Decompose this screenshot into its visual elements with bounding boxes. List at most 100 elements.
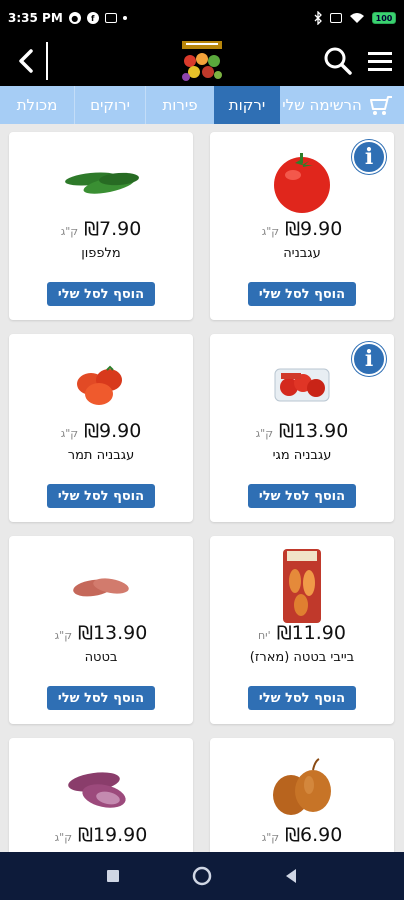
battery-level: 100: [375, 13, 393, 23]
product-card[interactable]: ק"ג ₪7.90 מלפפון הוסף לסל שלי: [9, 132, 193, 320]
store-logo[interactable]: [180, 39, 224, 83]
tab-greens-label: ירוקים: [90, 96, 130, 114]
purple-sweet-potato-image: [68, 772, 126, 808]
facebook-icon: f: [86, 12, 99, 24]
product-name: עגבניה: [283, 246, 321, 261]
add-to-cart-button[interactable]: הוסף לסל שלי: [248, 282, 356, 306]
tab-grocery-label: מכולת: [16, 96, 58, 114]
product-grid: i ק"ג ₪9.90 עגבניה הוסף לסל שלי ק"ג ₪7.9…: [0, 124, 404, 852]
product-name: עגבניה תמר: [67, 448, 135, 463]
product-image: [51, 746, 151, 830]
product-card[interactable]: ק"ג ₪19.90: [9, 738, 193, 852]
product-card[interactable]: i ק"ג ₪9.90 עגבניה הוסף לסל שלי: [210, 132, 394, 320]
app-header: [0, 36, 404, 86]
price-unit: ק"ג: [54, 831, 73, 844]
store-logo-icon: [182, 41, 222, 81]
info-button[interactable]: i: [352, 342, 386, 376]
category-tabs: הרשימה שלי ירקות פירות ירוקים מכולת: [0, 86, 404, 124]
more-notifications-icon: [122, 16, 127, 20]
price-row: ק"ג ₪9.90: [210, 218, 394, 244]
search-icon: [324, 47, 352, 75]
add-to-cart-button[interactable]: הוסף לסל שלי: [47, 484, 155, 508]
price-row: ק"ג ₪6.90: [210, 824, 394, 850]
plum-tomato-image: [77, 365, 122, 405]
tab-vegetables-label: ירקות: [228, 96, 266, 114]
price-row: ק"ג ₪7.90: [9, 218, 193, 244]
app-notification-icon: ●: [68, 12, 81, 24]
back-button[interactable]: [10, 44, 42, 78]
add-to-cart-button[interactable]: הוסף לסל שלי: [47, 282, 155, 306]
tomato-pack-image: [274, 368, 330, 402]
price-row: ק"ג ₪9.90: [9, 420, 193, 446]
product-price: ₪19.90: [78, 824, 148, 846]
product-card[interactable]: ק"ג ₪13.90 בטטה הוסף לסל שלי: [9, 536, 193, 724]
price-unit: ק"ג: [261, 831, 280, 844]
product-name: בייבי בטטה (מארז): [249, 650, 355, 665]
price-unit: ק"ג: [54, 629, 73, 642]
product-price: ₪9.90: [84, 420, 142, 442]
status-time: 3:35 PM: [8, 11, 63, 25]
price-row: יח' ₪11.90: [210, 622, 394, 648]
price-unit: ק"ג: [261, 225, 280, 238]
search-button[interactable]: [322, 45, 354, 77]
info-button[interactable]: i: [352, 140, 386, 174]
tab-my-list[interactable]: הרשימה שלי: [280, 86, 404, 124]
product-price: ₪7.90: [84, 218, 142, 240]
tab-separator: [145, 86, 146, 124]
back-triangle-icon[interactable]: [284, 868, 298, 884]
product-name: מלפפון: [81, 246, 121, 261]
product-price: ₪13.90: [78, 622, 148, 644]
product-image: [252, 544, 352, 628]
header-divider: [46, 42, 48, 80]
product-price: ₪9.90: [285, 218, 343, 240]
product-name: בטטה: [84, 650, 118, 665]
product-image: [51, 544, 151, 628]
price-row: ק"ג ₪13.90: [210, 420, 394, 446]
hamburger-menu-icon: [368, 52, 392, 71]
price-unit: יח': [258, 629, 271, 642]
system-nav-bar: [0, 852, 404, 900]
price-row: ק"ג ₪13.90: [9, 622, 193, 648]
product-card[interactable]: ק"ג ₪9.90 עגבניה תמר הוסף לסל שלי: [9, 334, 193, 522]
price-unit: ק"ג: [60, 225, 79, 238]
tab-fruits-label: פירות: [162, 96, 198, 114]
notification-icon: [104, 13, 117, 23]
tab-vegetables[interactable]: ירקות: [214, 86, 280, 124]
product-card[interactable]: i ק"ג ₪13.90 עגבניה מגי הוסף לסל שלי: [210, 334, 394, 522]
price-row: ק"ג ₪19.90: [9, 824, 193, 850]
product-image: [51, 342, 151, 426]
price-unit: ק"ג: [60, 427, 79, 440]
status-bar: 3:35 PM ● f 100: [0, 0, 404, 36]
shopping-cart-icon: [369, 96, 392, 115]
product-price: ₪11.90: [276, 622, 346, 644]
add-to-cart-button[interactable]: הוסף לסל שלי: [47, 686, 155, 710]
sim-icon: [330, 13, 342, 23]
tab-my-list-label: הרשימה שלי: [282, 96, 362, 114]
product-price: ₪13.90: [279, 420, 349, 442]
bluetooth-icon: [314, 11, 322, 25]
sweet-potato-bag-image: [283, 549, 321, 623]
tab-greens[interactable]: ירוקים: [75, 86, 145, 124]
battery-icon: 100: [372, 12, 396, 24]
tomato-image: [274, 153, 330, 213]
recent-apps-icon[interactable]: [106, 869, 120, 883]
tab-separator: [74, 86, 75, 124]
chevron-left-icon: [19, 49, 33, 73]
tab-fruits[interactable]: פירות: [146, 86, 214, 124]
add-to-cart-button[interactable]: הוסף לסל שלי: [248, 484, 356, 508]
product-card[interactable]: יח' ₪11.90 בייבי בטטה (מארז) הוסף לסל של…: [210, 536, 394, 724]
product-price: ₪6.90: [285, 824, 343, 846]
home-icon[interactable]: [191, 865, 213, 887]
menu-button[interactable]: [366, 48, 394, 74]
product-name: עגבניה מגי: [272, 448, 332, 463]
wifi-icon: [350, 13, 364, 23]
add-to-cart-button[interactable]: הוסף לסל שלי: [248, 686, 356, 710]
product-card[interactable]: ק"ג ₪6.90: [210, 738, 394, 852]
product-image: [252, 342, 352, 426]
tab-grocery[interactable]: מכולת: [0, 86, 74, 124]
cucumber-image: [65, 172, 139, 194]
product-image: [51, 140, 151, 224]
product-image: [252, 140, 352, 224]
onion-image: [273, 758, 331, 815]
price-unit: ק"ג: [255, 427, 274, 440]
